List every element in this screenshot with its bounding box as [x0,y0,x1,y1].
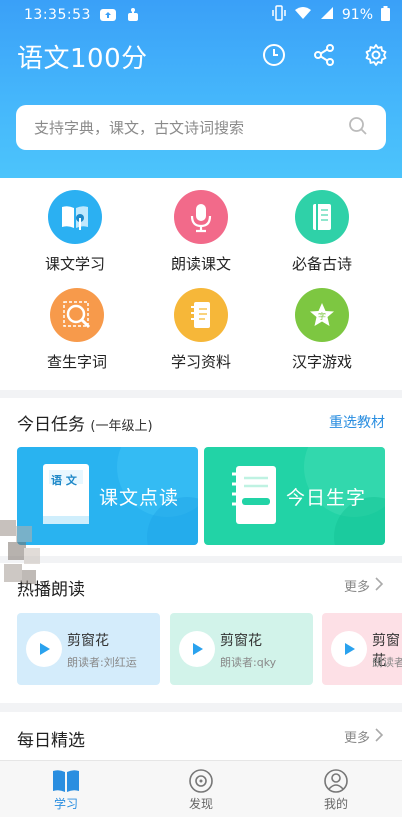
hot-reading-section: 热播朗读 更多 剪窗花 朗读者:刘红运 剪窗花 朗读者:qky 剪窗花 朗读者 [0,563,402,703]
user-profile-icon [296,767,376,795]
book-cover-label: 语 文 [51,474,77,487]
chevron-right-icon [374,727,384,746]
history-clock-icon[interactable] [261,42,287,68]
play-icon[interactable] [26,631,62,667]
vibrate-icon [272,5,286,25]
compass-icon [161,767,241,795]
reading-title: 剪窗花 [67,633,109,649]
spiral-notebook-icon [174,288,228,342]
battery-icon [381,5,390,25]
daily-pick-section: 每日精选 更多 [0,712,402,760]
tab-mine[interactable]: 我的 [296,767,376,812]
grid-item-lookup-words[interactable]: 查生字词 [17,288,137,372]
reselect-textbook-link[interactable]: 重选教材 [329,412,385,432]
today-task-section: 今日任务 (一年级上) 重选教材 语 文 课文点读 今日生字 [0,398,402,556]
wifi-icon [294,6,312,24]
tab-label: 我的 [323,797,348,811]
grid-item-read-aloud[interactable]: 朗读课文 [141,190,261,274]
robot-icon [125,7,141,23]
daily-pick-title: 每日精选 [17,731,85,751]
notebook-icon [295,190,349,244]
reading-reader: 朗读者:刘红运 [67,656,137,669]
book-touch-icon [48,190,102,244]
play-icon[interactable] [331,631,367,667]
grid-label: 查生字词 [46,353,107,371]
grid-item-character-games[interactable]: 字 汉字游戏 [262,288,382,372]
microphone-icon [174,190,228,244]
reading-title: 剪窗花 [220,633,262,649]
svg-text:字: 字 [318,311,326,321]
grade-label: (一年级上) [90,419,153,434]
card-label: 课文点读 [99,487,180,509]
grid-label: 朗读课文 [170,255,231,273]
daily-pick-more-link[interactable]: 更多 [344,727,384,746]
header-banner: 13:35:53 91% 语文100分 支持字典，课文，古文诗词搜索 [0,0,402,178]
grid-label: 学习资料 [170,353,231,371]
tab-discover[interactable]: 发现 [161,767,241,812]
reading-reader: 朗读者:qky [220,656,277,669]
feature-grid: 课文学习 朗读课文 必备古诗 查生字词 学习资料 字 汉字游戏 [0,178,402,390]
reading-card[interactable]: 剪窗花 朗读者:qky [170,613,313,685]
settings-gear-icon[interactable] [363,42,389,68]
grid-item-ancient-poems[interactable]: 必备古诗 [262,190,382,274]
tab-label: 发现 [188,797,213,811]
status-time: 13:35:53 [24,7,91,23]
share-icon[interactable] [311,42,337,68]
grid-item-study-materials[interactable]: 学习资料 [141,288,261,372]
reading-card[interactable]: 剪窗花 朗读者:刘红运 [17,613,160,685]
spiral-pad-pencil-icon [230,464,282,532]
search-placeholder: 支持字典，课文，古文诗词搜索 [34,119,245,137]
search-bar[interactable]: 支持字典，课文，古文诗词搜索 [16,105,386,150]
battery-percent: 91% [341,7,373,23]
tab-study[interactable]: 学习 [26,767,106,812]
tab-label: 学习 [53,797,78,811]
search-icon[interactable] [348,116,368,140]
status-bar: 13:35:53 91% [0,0,402,30]
play-icon[interactable] [179,631,215,667]
reading-card[interactable]: 剪窗花 朗读者 [322,613,402,685]
signal-icon [320,6,334,24]
magnifier-character-icon [50,288,104,342]
grid-label: 汉字游戏 [291,353,352,371]
bottom-tab-bar: 学习 发现 我的 [0,760,402,817]
card-label: 今日生字 [286,487,367,509]
app-title: 语文100分 [17,44,148,74]
grid-label: 必备古诗 [291,255,352,273]
cloud-upload-icon [99,8,117,22]
daily-characters-card[interactable]: 今日生字 [204,447,385,545]
reading-reader: 朗读者 [372,656,402,669]
hot-reading-more-link[interactable]: 更多 [344,576,384,595]
floating-avatar[interactable] [0,520,48,600]
chinese-book-icon: 语 文 [41,462,93,532]
open-book-icon [26,767,106,795]
grid-item-textbook-study[interactable]: 课文学习 [15,190,135,274]
grid-label: 课文学习 [44,255,105,273]
chevron-right-icon [374,576,384,595]
today-task-title: 今日任务 (一年级上) [17,415,153,435]
star-trophy-icon: 字 [295,288,349,342]
